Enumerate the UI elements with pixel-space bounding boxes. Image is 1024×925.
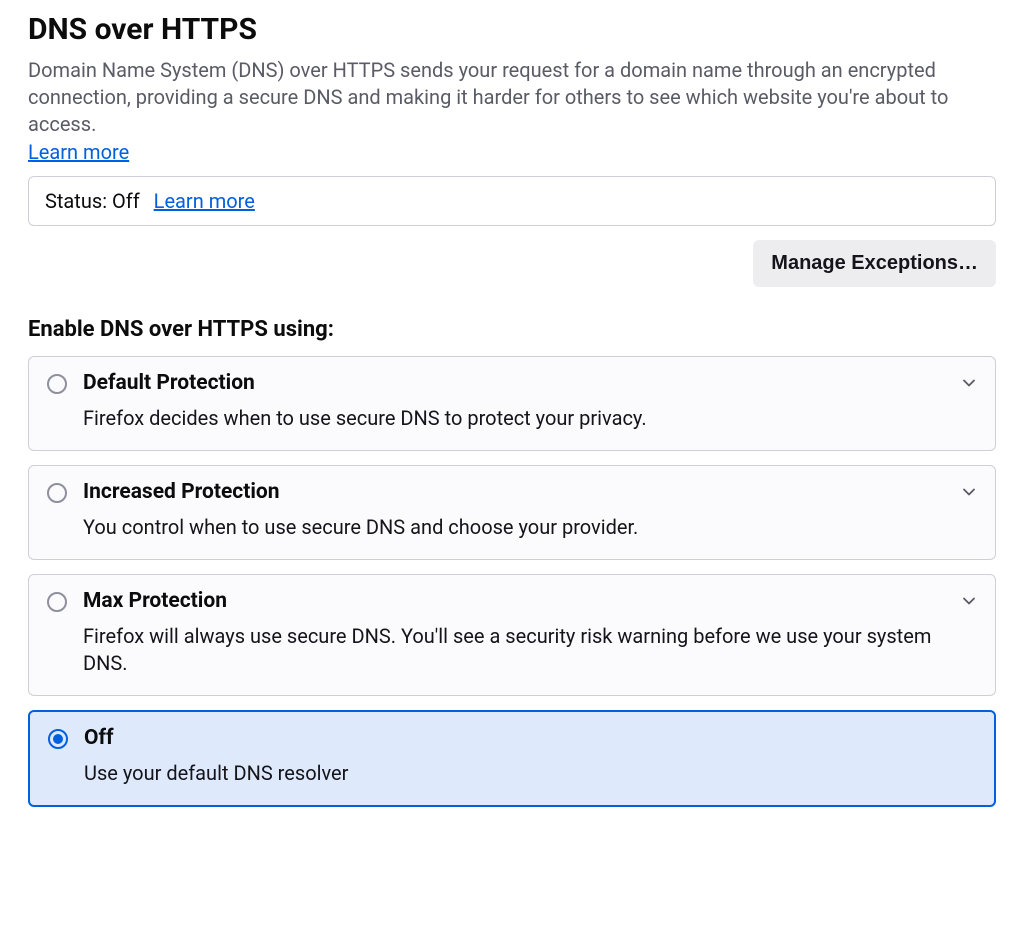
option-title: Max Protection <box>83 589 227 613</box>
radio-button[interactable] <box>47 483 67 503</box>
option-card-off[interactable]: Off Use your default DNS resolver <box>28 710 996 807</box>
option-description: Use your default DNS resolver <box>84 760 976 787</box>
status-box: Status: Off Learn more <box>28 176 996 226</box>
chevron-down-icon[interactable] <box>961 484 977 500</box>
section-description: Domain Name System (DNS) over HTTPS send… <box>28 57 996 138</box>
option-header[interactable]: Off <box>48 726 976 750</box>
radio-button[interactable] <box>47 374 67 394</box>
option-title: Off <box>84 726 114 750</box>
radio-inner <box>53 734 63 744</box>
option-title: Increased Protection <box>83 480 280 504</box>
option-description: You control when to use secure DNS and c… <box>83 514 977 541</box>
option-card-max-protection[interactable]: Max Protection Firefox will always use se… <box>28 574 996 696</box>
option-description: Firefox decides when to use secure DNS t… <box>83 405 977 432</box>
chevron-down-icon[interactable] <box>961 375 977 391</box>
section-title: DNS over HTTPS <box>28 12 996 47</box>
status-learn-more-link[interactable]: Learn more <box>154 189 255 213</box>
option-header[interactable]: Max Protection <box>47 589 977 613</box>
option-header[interactable]: Increased Protection <box>47 480 977 504</box>
option-header[interactable]: Default Protection <box>47 371 977 395</box>
learn-more-link[interactable]: Learn more <box>28 140 129 164</box>
radio-button[interactable] <box>48 729 68 749</box>
option-description: Firefox will always use secure DNS. You'… <box>83 623 977 677</box>
manage-exceptions-button[interactable]: Manage Exceptions… <box>753 240 996 287</box>
chevron-down-icon[interactable] <box>961 593 977 609</box>
option-card-increased-protection[interactable]: Increased Protection You control when to … <box>28 465 996 560</box>
status-label: Status: Off <box>45 189 140 213</box>
radio-button[interactable] <box>47 592 67 612</box>
option-title: Default Protection <box>83 371 255 395</box>
option-card-default-protection[interactable]: Default Protection Firefox decides when t… <box>28 356 996 451</box>
enable-heading: Enable DNS over HTTPS using: <box>28 317 996 342</box>
